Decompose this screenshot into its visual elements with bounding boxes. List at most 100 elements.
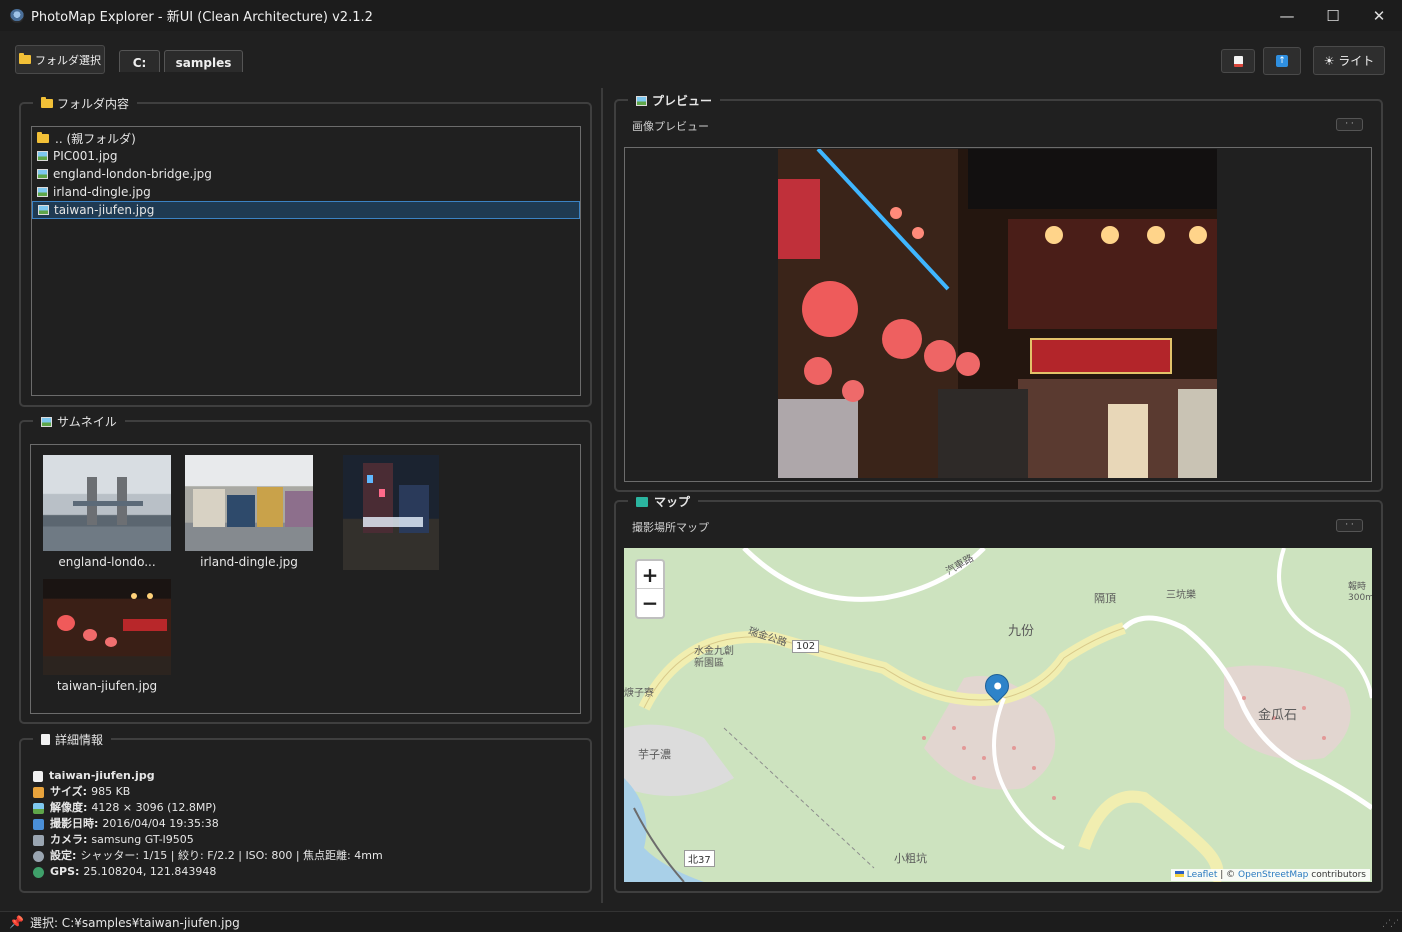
thumbnail-title: サムネイル bbox=[33, 413, 125, 430]
pdf-export-button[interactable] bbox=[1221, 49, 1255, 73]
panel-splitter[interactable] bbox=[601, 88, 603, 903]
map-label: 報時 300m bbox=[1348, 582, 1372, 603]
list-item-file-selected[interactable]: taiwan-jiufen.jpg bbox=[32, 201, 580, 219]
window-controls: — ☐ ✕ bbox=[1264, 0, 1402, 31]
status-text: 選択: C:¥samples¥taiwan-jiufen.jpg bbox=[29, 915, 240, 930]
map-label: 三坑樂 bbox=[1166, 590, 1196, 601]
details-title-text: 詳細情報 bbox=[55, 733, 104, 747]
close-button[interactable]: ✕ bbox=[1356, 0, 1402, 31]
map-title-text: マップ bbox=[654, 495, 691, 509]
theme-toggle-button[interactable]: ☀ ライト bbox=[1313, 46, 1385, 75]
list-item-file[interactable]: irland-dingle.jpg bbox=[32, 183, 580, 201]
detail-value: 2016/04/04 19:35:38 bbox=[102, 817, 219, 830]
pin-icon: 📌 bbox=[9, 915, 24, 929]
file-list[interactable]: .. (親フォルダ) PIC001.jpg england-london-bri… bbox=[31, 126, 581, 396]
detail-label: 撮影日時: bbox=[50, 817, 99, 830]
folder-contents-title: フォルダ内容 bbox=[33, 95, 138, 112]
map-subtitle: 撮影場所マップ bbox=[632, 521, 709, 534]
map-options-button[interactable]: · · bbox=[1336, 519, 1363, 532]
details-content: taiwan-jiufen.jpg サイズ: 985 KB 解像度: 4128 … bbox=[33, 768, 383, 880]
folder-contents-title-text: フォルダ内容 bbox=[57, 97, 130, 111]
thumbnail-item[interactable]: england-londo... bbox=[43, 455, 171, 569]
document-icon bbox=[33, 770, 43, 782]
maximize-button[interactable]: ☐ bbox=[1310, 0, 1356, 31]
map-view[interactable]: + − 九份 隔頂 金瓜石 水金九創 新園區 芋子濃 小粗坑 瑞金公路 102 … bbox=[624, 548, 1372, 882]
preview-title-text: プレビュー bbox=[652, 94, 713, 108]
map-label: 芋子濃 bbox=[638, 748, 671, 761]
package-icon bbox=[33, 786, 44, 798]
detail-filename-row: taiwan-jiufen.jpg bbox=[33, 768, 383, 784]
status-bar: 📌 選択: C:¥samples¥taiwan-jiufen.jpg ⋰⋰ bbox=[0, 911, 1402, 932]
zoom-out-button[interactable]: − bbox=[637, 589, 663, 617]
image-icon bbox=[33, 802, 44, 814]
detail-label: 解像度: bbox=[50, 801, 88, 814]
detail-value: 4128 × 3096 (12.8MP) bbox=[91, 801, 217, 814]
list-item-file[interactable]: PIC001.jpg bbox=[32, 147, 580, 165]
preview-frame bbox=[624, 147, 1372, 482]
image-icon bbox=[38, 205, 49, 215]
window-title: PhotoMap Explorer - 新UI (Clean Architect… bbox=[31, 10, 373, 25]
thumbnail-title-text: サムネイル bbox=[57, 415, 117, 429]
folder-icon bbox=[37, 131, 49, 143]
thumbnail-item[interactable]: irland-dingle.jpg bbox=[185, 455, 313, 569]
detail-row: 設定: シャッター: 1/15 | 絞り: F/2.2 | ISO: 800 |… bbox=[33, 848, 383, 864]
image-icon bbox=[41, 416, 52, 427]
image-icon bbox=[37, 169, 48, 179]
detail-value: samsung GT-I9505 bbox=[91, 833, 194, 846]
detail-value: 25.108204, 121.843948 bbox=[83, 865, 217, 878]
preview-title: プレビュー bbox=[628, 92, 721, 109]
map-zoom-control: + − bbox=[635, 559, 665, 619]
detail-label: 設定: bbox=[50, 849, 77, 862]
leaflet-link[interactable]: Leaflet bbox=[1187, 870, 1218, 880]
map-label: 金瓜石 bbox=[1258, 708, 1298, 723]
upload-button[interactable]: ↑ bbox=[1263, 47, 1301, 75]
thumbnail-image bbox=[343, 455, 439, 570]
list-item-file[interactable]: england-london-bridge.jpg bbox=[32, 165, 580, 183]
osm-link[interactable]: OpenStreetMap bbox=[1238, 870, 1308, 880]
map-title: マップ bbox=[628, 493, 699, 510]
thumbnail-item[interactable] bbox=[343, 455, 439, 574]
pdf-icon bbox=[1233, 55, 1243, 67]
detail-row: GPS: 25.108204, 121.843948 bbox=[33, 864, 383, 880]
globe-icon bbox=[33, 866, 44, 878]
list-item-parent-folder[interactable]: .. (親フォルダ) bbox=[32, 129, 580, 147]
attribution-separator: | © bbox=[1217, 870, 1239, 880]
attribution-text: contributors bbox=[1308, 870, 1366, 880]
details-title: 詳細情報 bbox=[33, 731, 112, 748]
map-label: 小粗坑 bbox=[894, 852, 927, 865]
preview-subtitle: 画像プレビュー bbox=[632, 120, 709, 133]
road-number-badge: 102 bbox=[792, 640, 820, 653]
preview-image bbox=[778, 149, 1217, 478]
detail-value: 985 KB bbox=[91, 785, 131, 798]
detail-row: カメラ: samsung GT-I9505 bbox=[33, 832, 383, 848]
detail-label: サイズ: bbox=[50, 785, 88, 798]
thumbnail-caption: england-londo... bbox=[58, 555, 156, 569]
image-icon bbox=[37, 151, 48, 161]
preview-options-button[interactable]: · · bbox=[1336, 118, 1363, 131]
detail-filename: taiwan-jiufen.jpg bbox=[49, 769, 155, 782]
image-icon bbox=[37, 187, 48, 197]
zoom-in-button[interactable]: + bbox=[637, 561, 663, 589]
resize-grip-icon[interactable]: ⋰⋰ bbox=[1382, 919, 1399, 929]
gear-icon bbox=[33, 850, 44, 862]
folder-icon bbox=[19, 53, 31, 64]
thumbnail-image bbox=[185, 455, 313, 551]
path-segment-folder[interactable]: samples bbox=[164, 50, 243, 72]
calendar-icon bbox=[33, 818, 44, 830]
thumbnail-image bbox=[43, 455, 171, 551]
image-icon bbox=[636, 95, 647, 106]
folder-select-button[interactable]: フォルダ選択 bbox=[15, 45, 105, 74]
thumbnail-item[interactable]: taiwan-jiufen.jpg bbox=[43, 579, 171, 693]
detail-row: 解像度: 4128 × 3096 (12.8MP) bbox=[33, 800, 383, 816]
document-icon bbox=[41, 734, 50, 745]
folder-select-label: フォルダ選択 bbox=[35, 53, 101, 67]
detail-value: シャッター: 1/15 | 絞り: F/2.2 | ISO: 800 | 焦点距… bbox=[80, 849, 383, 862]
camera-icon bbox=[33, 834, 44, 846]
list-item-label: .. (親フォルダ) bbox=[55, 131, 136, 146]
thumbnail-grid: england-londo... irland-dingle.jpg taiwa… bbox=[30, 444, 581, 714]
detail-row: 撮影日時: 2016/04/04 19:35:38 bbox=[33, 816, 383, 832]
map-label: 焿子寮 bbox=[624, 688, 654, 699]
path-segment-drive[interactable]: C: bbox=[119, 50, 160, 72]
thumbnail-image bbox=[43, 579, 171, 675]
minimize-button[interactable]: — bbox=[1264, 0, 1310, 31]
